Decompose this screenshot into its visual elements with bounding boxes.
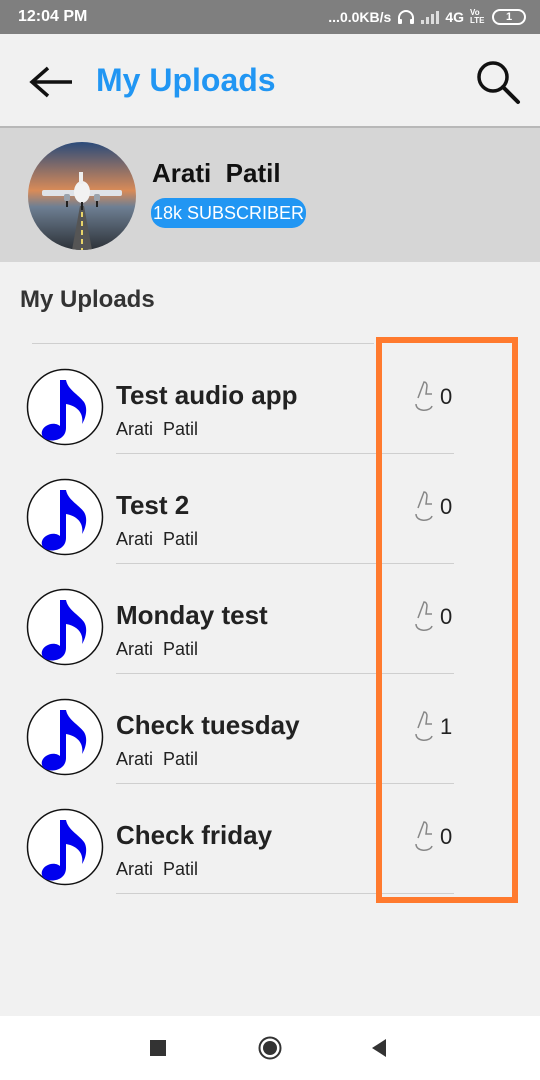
- subscriber-badge: 18k SUBSCRIBER: [151, 198, 307, 228]
- status-bar: 12:04 PM ...0.0KB/s 4G Vo LTE 1: [0, 0, 540, 34]
- system-nav-bar: [0, 1016, 540, 1080]
- page-title: My Uploads: [96, 62, 276, 98]
- upload-author: Arati Patil: [116, 749, 199, 769]
- upload-author: Arati Patil: [116, 859, 199, 879]
- battery-icon: 1: [492, 9, 526, 25]
- profile-header: Arati Patil 18k SUBSCRIBER: [0, 128, 540, 262]
- upload-author: Arati Patil: [116, 419, 199, 439]
- music-note-icon: [26, 808, 104, 886]
- music-note-icon: [26, 368, 104, 446]
- search-icon[interactable]: [474, 58, 522, 106]
- app-bar: My Uploads: [0, 34, 540, 128]
- back-triangle-icon[interactable]: [370, 1038, 388, 1058]
- avatar: [28, 142, 136, 250]
- network-type: 4G: [445, 9, 464, 25]
- battery-level: 1: [505, 11, 513, 23]
- upload-title: Check friday: [116, 820, 273, 850]
- airplane-photo: [28, 142, 136, 250]
- status-icons: ...0.0KB/s 4G Vo LTE 1: [328, 9, 526, 25]
- upload-author: Arati Patil: [116, 529, 199, 549]
- home-icon[interactable]: [258, 1036, 282, 1060]
- upload-title: Test audio app: [116, 380, 298, 410]
- upload-title: Check tuesday: [116, 710, 300, 740]
- section-title: My Uploads: [20, 286, 155, 313]
- music-note-icon: [26, 588, 104, 666]
- network-speed: ...0.0KB/s: [328, 9, 392, 25]
- volte-label: Vo LTE: [470, 8, 485, 25]
- status-time: 12:04 PM: [18, 8, 88, 25]
- likes-highlight-box: [376, 337, 518, 903]
- music-note-icon: [26, 698, 104, 776]
- headphones-icon: [398, 10, 415, 24]
- recents-icon[interactable]: [150, 1040, 166, 1056]
- upload-author: Arati Patil: [116, 639, 199, 659]
- profile-name: Arati Patil: [152, 158, 281, 188]
- signal-icon: [421, 10, 440, 24]
- upload-title: Test 2: [116, 490, 190, 520]
- upload-title: Monday test: [116, 600, 268, 630]
- music-note-icon: [26, 478, 104, 556]
- arrow-left-icon[interactable]: [28, 62, 74, 102]
